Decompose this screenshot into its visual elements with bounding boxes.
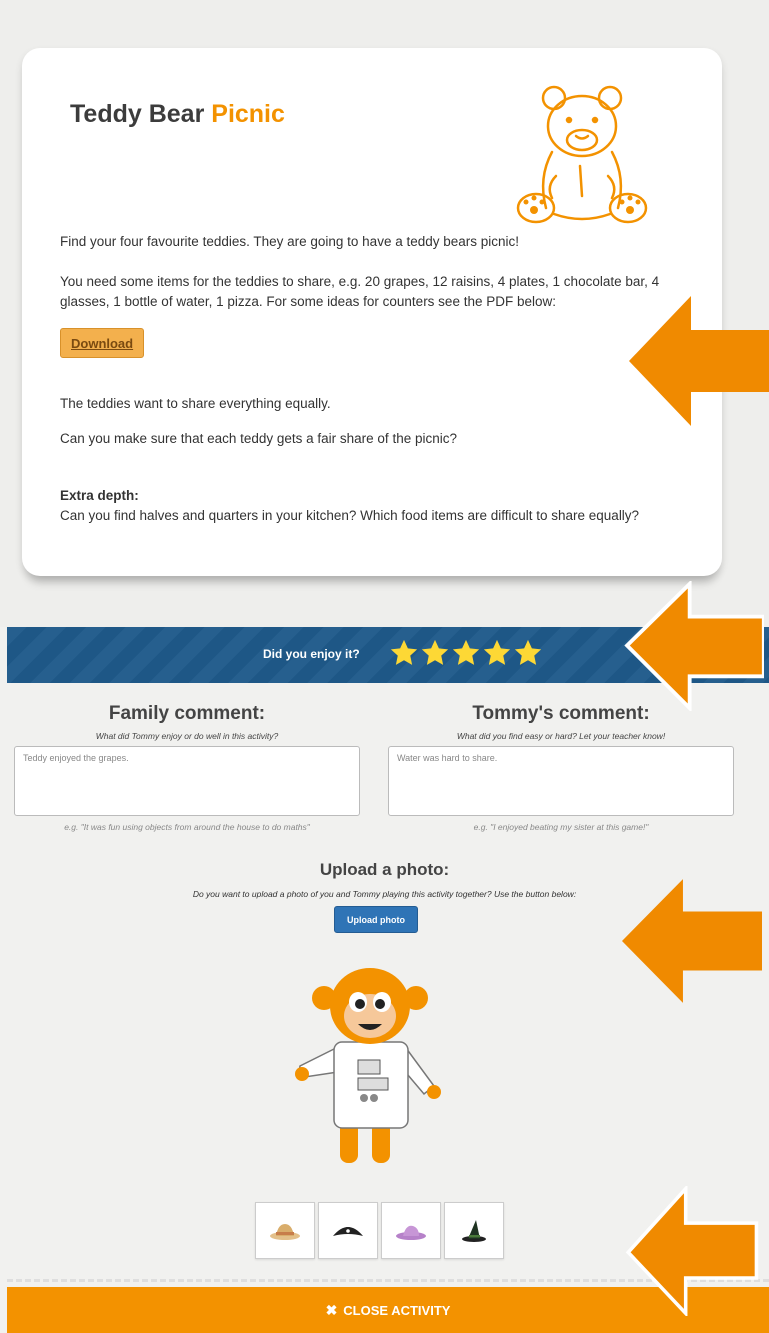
outfit-option[interactable] [255, 1202, 315, 1259]
instruction-paragraph-3: The teddies want to share everything equ… [60, 396, 331, 411]
star-icon[interactable] [420, 638, 450, 668]
outfit-option[interactable] [444, 1202, 504, 1259]
annotation-arrow-icon [629, 296, 769, 426]
title-main: Teddy Bear [70, 100, 205, 128]
instruction-paragraph-2: You need some items for the teddies to s… [60, 274, 660, 309]
star-icon[interactable] [513, 638, 543, 668]
outfit-option[interactable] [318, 1202, 378, 1259]
teddy-bear-illustration [516, 85, 648, 224]
purple-hat-icon [396, 1225, 426, 1240]
activity-card: Teddy Bear Picnic Find your four favouri… [22, 48, 722, 576]
annotation-arrow-icon [624, 581, 764, 711]
witch-hat-icon [462, 1219, 486, 1242]
close-icon: ✖ [325, 1301, 338, 1318]
title-accent: Picnic [211, 100, 285, 128]
download-button[interactable]: Download [60, 328, 145, 358]
activity-title: Teddy Bear Picnic [70, 100, 285, 129]
family-comment-prompt: What did Tommy enjoy or do well in this … [95, 731, 279, 741]
extra-depth-label: Extra depth: [60, 488, 139, 503]
star-icon[interactable] [451, 638, 481, 668]
star-icon[interactable] [482, 638, 512, 668]
annotation-arrow-icon [622, 879, 762, 1003]
sun-hat-icon [270, 1223, 300, 1240]
star-icon[interactable] [389, 638, 419, 668]
child-comment-input[interactable]: Water was hard to share. [388, 746, 734, 816]
family-comment-title: Family comment: [108, 703, 266, 724]
monkey-avatar [295, 968, 441, 1163]
family-comment-example: e.g. "It was fun using objects from arou… [64, 822, 310, 832]
child-comment-example: e.g. "I enjoyed beating my sister at thi… [473, 822, 649, 832]
family-comment-section: Family comment: What did Tommy enjoy or … [12, 703, 362, 832]
family-comment-input[interactable]: Teddy enjoyed the grapes. [14, 746, 360, 816]
extra-depth-text: Can you find halves and quarters in your… [60, 508, 640, 523]
extra-depth: Extra depth: Can you find halves and qua… [60, 486, 700, 526]
instruction-paragraph-4: Can you make sure that each teddy gets a… [60, 431, 457, 446]
star-rating[interactable] [389, 638, 544, 668]
annotation-arrow-icon [625, 1186, 759, 1316]
outfit-option[interactable] [381, 1202, 441, 1259]
close-activity-label: CLOSE ACTIVITY [343, 1302, 451, 1318]
child-comment-section: Tommy's comment: What did you find easy … [386, 703, 736, 832]
pirate-hat-icon [333, 1226, 363, 1236]
instruction-paragraph-1: Find your four favourite teddies. They a… [60, 234, 520, 249]
child-comment-prompt: What did you find easy or hard? Let your… [456, 731, 666, 741]
rating-question: Did you enjoy it? [263, 647, 360, 661]
upload-photo-button[interactable]: Upload photo [334, 906, 418, 933]
outfit-selector [255, 1202, 504, 1259]
